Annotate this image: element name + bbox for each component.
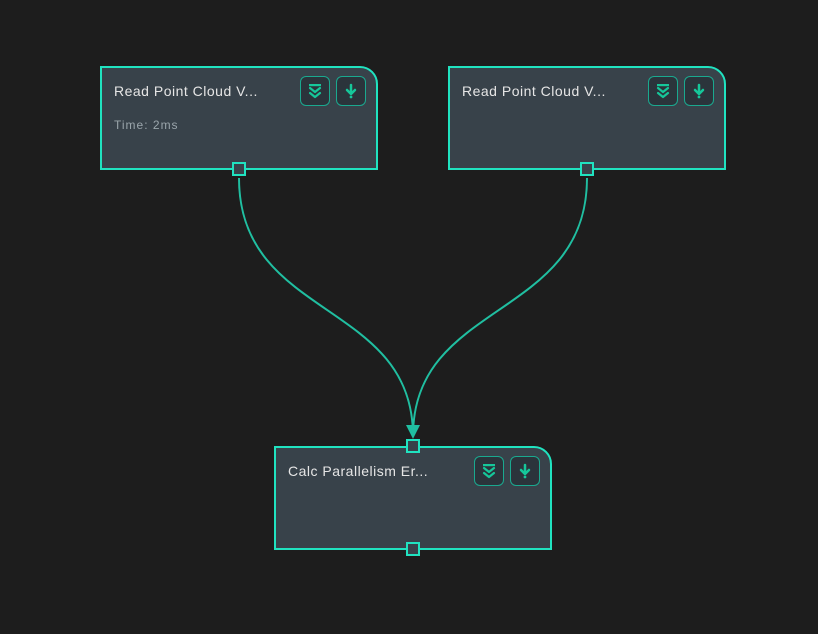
node-title: Read Point Cloud V... (462, 83, 642, 99)
input-port[interactable] (406, 439, 420, 453)
download-arrow-icon (692, 83, 706, 99)
expand-button[interactable] (474, 456, 504, 486)
expand-button[interactable] (648, 76, 678, 106)
node-time-label: Time: 2ms (102, 112, 376, 142)
node-calc-parallelism[interactable]: Calc Parallelism Er... (274, 446, 552, 550)
double-chevron-down-icon (307, 83, 323, 99)
download-button[interactable] (684, 76, 714, 106)
edge-read-right-to-calc (413, 178, 587, 436)
node-button-group (300, 76, 366, 106)
node-header: Read Point Cloud V... (102, 68, 376, 112)
download-arrow-icon (518, 463, 532, 479)
double-chevron-down-icon (481, 463, 497, 479)
node-header: Read Point Cloud V... (450, 68, 724, 112)
edge-read-left-to-calc (239, 178, 413, 436)
node-button-group (474, 456, 540, 486)
double-chevron-down-icon (655, 83, 671, 99)
download-button[interactable] (510, 456, 540, 486)
node-title: Calc Parallelism Er... (288, 463, 468, 479)
download-button[interactable] (336, 76, 366, 106)
node-header: Calc Parallelism Er... (276, 448, 550, 492)
output-port[interactable] (406, 542, 420, 556)
expand-button[interactable] (300, 76, 330, 106)
node-title: Read Point Cloud V... (114, 83, 294, 99)
download-arrow-icon (344, 83, 358, 99)
node-graph-canvas[interactable]: Read Point Cloud V... Time: 2ms (0, 0, 818, 634)
node-read-point-cloud-left[interactable]: Read Point Cloud V... Time: 2ms (100, 66, 378, 170)
node-button-group (648, 76, 714, 106)
output-port[interactable] (232, 162, 246, 176)
output-port[interactable] (580, 162, 594, 176)
node-read-point-cloud-right[interactable]: Read Point Cloud V... (448, 66, 726, 170)
